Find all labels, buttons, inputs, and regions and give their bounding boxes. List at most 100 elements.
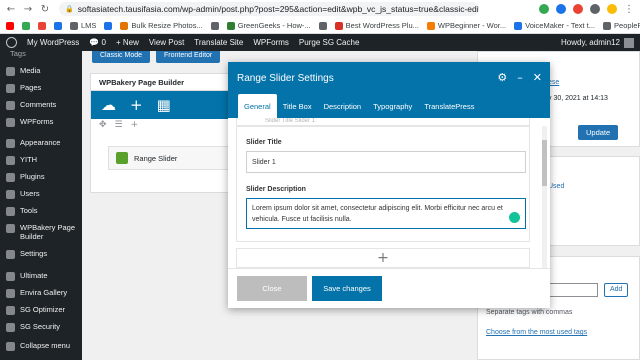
menu-icon	[6, 207, 15, 216]
bookmark-item[interactable]	[22, 21, 30, 30]
tab-translatepress[interactable]: TranslatePress	[418, 94, 480, 118]
sidebar-item-appearance[interactable]: Appearance	[0, 138, 82, 148]
templates-icon[interactable]: ▦	[157, 96, 171, 114]
bookmark-icon	[426, 21, 435, 30]
wpforms-link[interactable]: WPForms	[253, 38, 289, 47]
site-name-link[interactable]: My WordPress	[27, 38, 79, 47]
most-used-tab[interactable]: Used	[548, 183, 564, 190]
sidebar-item-plugins[interactable]: Plugins	[0, 172, 82, 182]
grammarly-icon[interactable]	[509, 212, 520, 223]
sidebar-item-comments[interactable]: Comments	[0, 100, 82, 110]
extension-icon[interactable]	[590, 4, 600, 14]
tag-input[interactable]	[548, 283, 598, 297]
most-used-tags-link[interactable]: Choose from the most used tags	[486, 329, 587, 336]
sidebar-item-sg-security[interactable]: SG Security	[0, 322, 82, 332]
bookmark-item[interactable]	[104, 21, 113, 30]
slider-description-textarea[interactable]: Lorem ipsum dolor sit amet, consectetur …	[246, 198, 526, 229]
sidebar-item-envira-gallery[interactable]: Envira Gallery	[0, 288, 82, 298]
translate-site-link[interactable]: Translate Site	[194, 38, 243, 47]
bookmark-item[interactable]: GreenGeeks - How-...	[226, 21, 311, 30]
bookmark-item[interactable]: LMS	[70, 21, 96, 30]
add-element-icon[interactable]: +	[130, 96, 143, 114]
close-button[interactable]: Close	[237, 276, 307, 301]
bookmark-icon	[38, 21, 46, 30]
address-bar[interactable]: 🔒 softasiatech.tausifasia.com/wp-admin/p…	[59, 2, 479, 16]
bookmark-icon	[334, 21, 343, 30]
sidebar-item-label: SG Security	[20, 322, 61, 331]
purge-cache-link[interactable]: Purge SG Cache	[299, 38, 359, 47]
bookmark-icon	[318, 21, 327, 30]
sidebar-item-tags[interactable]: Tags	[0, 49, 82, 58]
tab-general[interactable]: General	[238, 94, 277, 118]
extension-icon[interactable]	[556, 4, 566, 14]
profile-icon[interactable]	[607, 4, 617, 14]
extension-icon[interactable]	[539, 4, 549, 14]
sidebar-item-label: YITH	[20, 155, 38, 164]
bookmark-item[interactable]	[6, 21, 14, 30]
sidebar-item-label: Appearance	[20, 138, 61, 147]
sidebar-item-tools[interactable]: Tools	[0, 206, 82, 216]
plus-icon: +	[377, 250, 389, 266]
bookmark-item[interactable]: Best WordPress Plu...	[334, 21, 419, 30]
minimize-icon[interactable]: –	[517, 71, 523, 84]
wordpress-logo-icon[interactable]	[6, 37, 17, 48]
classic-mode-button[interactable]: Classic Mode	[92, 51, 151, 63]
sidebar-item-users[interactable]: Users	[0, 189, 82, 199]
view-post-link[interactable]: View Post	[149, 38, 184, 47]
menu-icon	[6, 306, 15, 315]
move-icon[interactable]: ✥	[99, 120, 107, 130]
tab-typography[interactable]: Typography	[367, 94, 418, 118]
tab-title-box[interactable]: Title Box	[277, 94, 318, 118]
new-content-link[interactable]: + New	[116, 38, 139, 47]
bookmark-icon	[54, 21, 62, 30]
tags-hint: Separate tags with commas	[486, 309, 573, 316]
account-menu[interactable]: Howdy, admin12	[561, 37, 634, 48]
menu-icon	[6, 139, 15, 148]
sidebar-item-label: Envira Gallery	[20, 288, 68, 297]
save-changes-button[interactable]: Save changes	[312, 276, 382, 301]
bookmark-item[interactable]: VoiceMaker - Text t...	[514, 21, 595, 30]
slider-title-input[interactable]: Slider 1	[246, 151, 526, 173]
modal-title: Range Slider Settings	[237, 73, 334, 84]
sidebar-item-ultimate[interactable]: Ultimate	[0, 271, 82, 281]
comments-link[interactable]: 💬 0	[89, 38, 106, 47]
sidebar-item-sg-optimizer[interactable]: SG Optimizer	[0, 305, 82, 315]
menu-icon	[6, 323, 15, 332]
frontend-editor-button[interactable]: Frontend Editor	[156, 51, 221, 63]
bookmark-item[interactable]	[38, 21, 46, 30]
close-icon[interactable]: ✕	[533, 71, 542, 84]
modal-body: Slider Title Slider 1 Slider Title Slide…	[228, 118, 550, 268]
forward-icon[interactable]: →	[23, 4, 33, 15]
bookmark-item[interactable]	[318, 21, 327, 30]
sidebar-item-label: Settings	[20, 249, 48, 258]
collapsed-param-bar: Slider Title Slider 1	[236, 118, 530, 126]
gear-icon[interactable]: ⚙	[497, 71, 507, 84]
scrollbar-thumb[interactable]	[542, 140, 547, 186]
sidebar-item-settings[interactable]: Settings	[0, 249, 82, 259]
bookmark-label: Bulk Resize Photos...	[131, 21, 203, 30]
add-column-icon[interactable]: +	[131, 120, 139, 130]
update-button[interactable]: Update	[578, 125, 619, 140]
bookmark-item[interactable]: PeoplePerHour.com...	[603, 21, 640, 30]
modal-tabs: General Title Box Description Typography Tra…	[238, 94, 480, 118]
add-param-area[interactable]: +	[236, 248, 530, 268]
bookmark-item[interactable]: WPBeginner - Wor...	[426, 21, 506, 30]
sidebar-item-pages[interactable]: Pages	[0, 83, 82, 93]
bookmark-item[interactable]	[210, 21, 219, 30]
sidebar-item-wpforms[interactable]: WPForms	[0, 117, 82, 127]
sidebar-item-yith[interactable]: YITH	[0, 155, 82, 165]
reload-icon[interactable]: ↻	[40, 4, 50, 15]
sidebar-item-collapse-menu[interactable]: Collapse menu	[0, 341, 82, 351]
add-tag-button[interactable]: Add	[604, 283, 629, 297]
menu-icon[interactable]: ⋮	[624, 4, 634, 15]
bookmark-item[interactable]: Bulk Resize Photos...	[120, 21, 203, 30]
extension-icon[interactable]	[573, 4, 583, 14]
sidebar-item-wpbakery-page-builder[interactable]: WPBakery Page Builder	[0, 223, 82, 241]
tab-description[interactable]: Description	[318, 94, 368, 118]
wp-admin-bar: My WordPress 💬 0 + New View Post Transla…	[0, 34, 640, 51]
back-icon[interactable]: ←	[6, 4, 16, 15]
bookmark-item[interactable]	[54, 21, 62, 30]
layout-icon[interactable]: ☰	[115, 120, 123, 130]
sidebar-item-media[interactable]: Media	[0, 66, 82, 76]
sidebar-item-label: Ultimate	[20, 271, 48, 280]
